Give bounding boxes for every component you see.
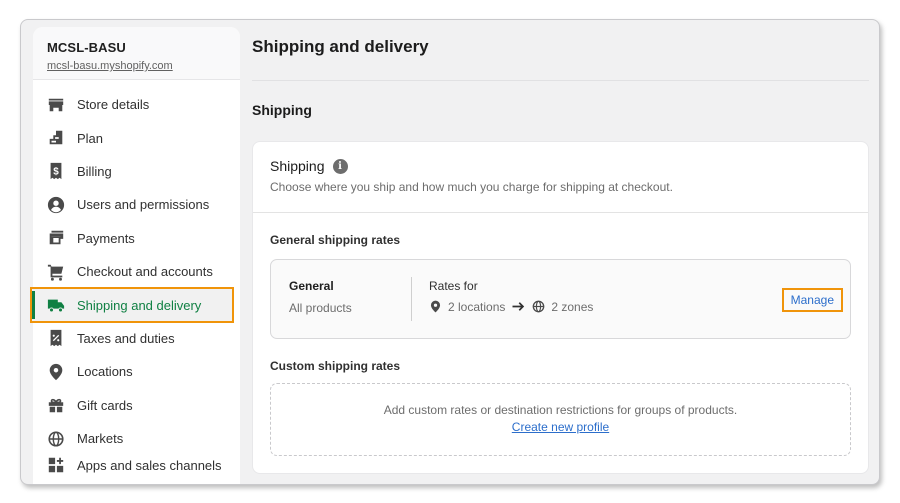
sidebar-item-label: Users and permissions bbox=[77, 197, 210, 213]
create-new-profile-link[interactable]: Create new profile bbox=[512, 420, 609, 434]
plan-icon bbox=[47, 129, 65, 147]
apps-icon bbox=[47, 456, 65, 474]
rates-for-label: Rates for bbox=[429, 279, 478, 293]
settings-sidebar: MCSL-BASU mcsl-basu.myshopify.com Store … bbox=[30, 27, 240, 484]
store-icon bbox=[47, 96, 65, 114]
sidebar-item-plan[interactable]: Plan bbox=[33, 121, 240, 154]
sidebar-item-label: Store details bbox=[77, 97, 150, 113]
settings-window: MCSL-BASU mcsl-basu.myshopify.com Store … bbox=[20, 19, 880, 485]
billing-icon: $ bbox=[47, 162, 65, 180]
card-title: Shipping bbox=[270, 158, 325, 174]
arrow-right-icon bbox=[512, 302, 525, 311]
general-profile-row: General All products Rates for 2 locatio… bbox=[270, 259, 851, 339]
shipping-card: Shipping i Choose where you ship and how… bbox=[252, 141, 869, 474]
sidebar-item-markets[interactable]: Markets bbox=[33, 422, 240, 455]
globe-icon bbox=[533, 300, 545, 313]
sidebar-item-label: Gift cards bbox=[77, 397, 133, 413]
sidebar-item-gift-cards[interactable]: Gift cards bbox=[33, 389, 240, 422]
profile-name: General bbox=[289, 279, 334, 293]
main-content: Shipping and delivery Shipping Shipping … bbox=[252, 20, 869, 484]
title-divider bbox=[252, 80, 869, 81]
profile-scope: All products bbox=[289, 301, 352, 315]
sidebar-item-label: Checkout and accounts bbox=[77, 264, 213, 280]
card-subtitle: Choose where you ship and how much you c… bbox=[270, 180, 673, 194]
tax-icon bbox=[47, 329, 65, 347]
location-icon bbox=[47, 363, 65, 381]
truck-icon bbox=[47, 296, 65, 314]
sidebar-item-label: Plan bbox=[77, 130, 104, 146]
sidebar-item-checkout[interactable]: Checkout and accounts bbox=[33, 255, 240, 288]
custom-rates-heading: Custom shipping rates bbox=[270, 359, 401, 373]
sidebar-item-label: Billing bbox=[77, 163, 112, 179]
store-header: MCSL-BASU mcsl-basu.myshopify.com bbox=[33, 27, 240, 80]
locations-count: 2 locations bbox=[448, 299, 506, 314]
general-rates-heading: General shipping rates bbox=[270, 233, 401, 247]
page-title: Shipping and delivery bbox=[252, 37, 429, 56]
sidebar-item-shipping[interactable]: Shipping and delivery bbox=[30, 287, 234, 323]
sidebar-item-label: Apps and sales channels bbox=[77, 457, 222, 473]
zones-count: 2 zones bbox=[551, 299, 594, 314]
gift-icon bbox=[47, 396, 65, 414]
shipping-card-header: Shipping i Choose where you ship and how… bbox=[253, 142, 868, 213]
info-icon[interactable]: i bbox=[332, 158, 348, 174]
sidebar-item-label: Shipping and delivery bbox=[77, 297, 202, 313]
section-title: Shipping bbox=[252, 102, 312, 118]
payments-icon bbox=[47, 229, 65, 247]
sidebar-item-billing[interactable]: $ Billing bbox=[33, 155, 240, 188]
sidebar-item-label: Locations bbox=[77, 364, 133, 380]
sidebar-item-label: Taxes and duties bbox=[77, 330, 175, 346]
sidebar-item-label: Markets bbox=[77, 431, 124, 447]
sidebar-item-apps[interactable]: Apps and sales channels bbox=[33, 455, 240, 475]
sidebar-item-users[interactable]: Users and permissions bbox=[33, 188, 240, 221]
store-name: MCSL-BASU bbox=[47, 40, 126, 55]
profile-divider bbox=[411, 277, 412, 321]
sidebar-item-label: Payments bbox=[77, 230, 135, 246]
manage-button[interactable]: Manage bbox=[781, 288, 843, 312]
user-icon bbox=[47, 196, 65, 214]
cart-icon bbox=[47, 263, 65, 281]
sidebar-item-locations[interactable]: Locations bbox=[33, 355, 240, 388]
settings-nav: Store details Plan $ Billing Users and p… bbox=[30, 80, 240, 475]
sidebar-item-taxes[interactable]: Taxes and duties bbox=[33, 322, 240, 355]
store-url-link[interactable]: mcsl-basu.myshopify.com bbox=[47, 60, 226, 72]
sidebar-item-store-details[interactable]: Store details bbox=[33, 88, 240, 121]
location-pin-icon bbox=[430, 300, 441, 313]
svg-text:$: $ bbox=[53, 167, 59, 178]
sidebar-item-payments[interactable]: Payments bbox=[33, 222, 240, 255]
custom-rates-description: Add custom rates or destination restrict… bbox=[383, 403, 738, 417]
globe-icon bbox=[47, 430, 65, 448]
custom-rates-empty-state: Add custom rates or destination restrict… bbox=[270, 383, 851, 456]
